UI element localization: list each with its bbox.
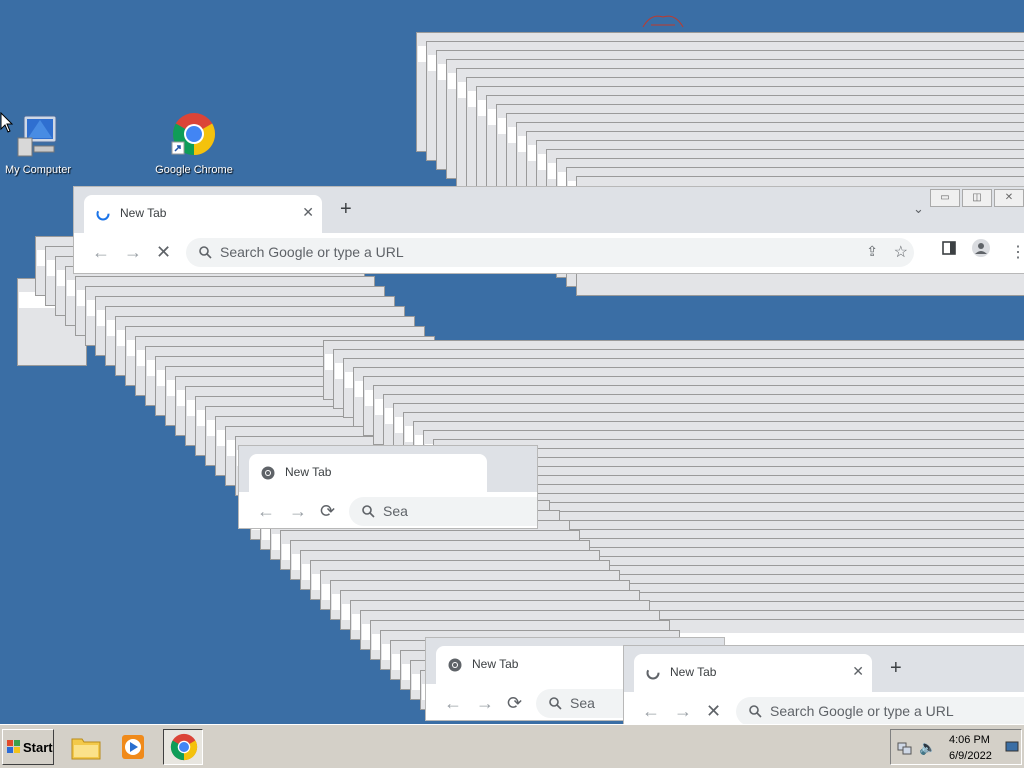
tab-search-chevron-icon[interactable]: ⌄ [913, 201, 924, 217]
taskbar: Start 🔈 4:06 PM 6/9/2022 [0, 724, 1024, 768]
close-button[interactable]: ✕ [994, 189, 1024, 207]
search-icon [748, 704, 762, 718]
share-icon[interactable]: ⇪ [866, 243, 878, 260]
back-arrow-icon[interactable]: ← [642, 701, 660, 722]
file-explorer-icon[interactable] [70, 731, 102, 763]
omnibox-placeholder: Sea [383, 503, 408, 519]
loading-spinner-icon [646, 666, 660, 680]
tab-title: New Tab [120, 206, 167, 220]
omnibox[interactable]: Search Google or type a URL [736, 697, 1024, 724]
chrome-window-main[interactable]: New Tab ✕ + ⌄ ▭ ◫ ✕ ← → ✕ Search Google … [73, 186, 1024, 274]
chrome-favicon-icon [448, 658, 462, 672]
omnibox[interactable]: Sea [349, 497, 537, 526]
tab-new-tab[interactable]: New Tab [249, 454, 487, 492]
reload-icon[interactable]: ⟳ [320, 501, 335, 522]
stop-icon[interactable]: ✕ [156, 242, 171, 263]
forward-arrow-icon[interactable]: → [674, 701, 692, 722]
clock-date[interactable]: 6/9/2022 [949, 750, 992, 762]
new-tab-button[interactable]: + [340, 198, 352, 221]
chrome-icon [170, 112, 218, 160]
start-button[interactable]: Start [2, 729, 54, 765]
search-icon [198, 245, 212, 259]
forward-arrow-icon[interactable]: → [289, 501, 307, 522]
windows-logo-icon [7, 740, 21, 754]
volume-icon[interactable]: 🔈 [919, 739, 936, 756]
desktop-icon-label: Google Chrome [155, 164, 233, 176]
forward-arrow-icon[interactable]: → [124, 242, 142, 263]
minimize-button[interactable]: ▭ [930, 189, 960, 207]
media-player-icon[interactable] [118, 731, 150, 763]
toolbar: ← → ✕ Search Google or type a URL [624, 692, 1024, 724]
omnibox-placeholder: Search Google or type a URL [770, 703, 954, 719]
tab-close-icon[interactable]: ✕ [852, 663, 864, 680]
clock-time[interactable]: 4:06 PM [949, 734, 990, 746]
search-icon [361, 504, 375, 518]
desktop-icon-label: My Computer [4, 164, 72, 176]
chrome-window[interactable]: New Tab ✕ + ← → ✕ Search Google or type … [623, 645, 1024, 724]
taskbar-chrome-button[interactable] [163, 729, 203, 765]
chrome-window[interactable]: New Tab ← → ⟳ Sea [238, 445, 538, 529]
toolbar: ← → ✕ Search Google or type a URL ⇪ ☆ ⋮ [74, 233, 1024, 273]
bookmark-star-icon[interactable]: ☆ [894, 242, 908, 262]
omnibox[interactable]: Search Google or type a URL ⇪ ☆ [186, 238, 914, 267]
artifact-icon [641, 11, 685, 29]
back-arrow-icon[interactable]: ← [92, 242, 110, 263]
window-controls: ▭ ◫ ✕ [928, 189, 1024, 207]
tab-close-icon[interactable]: ✕ [302, 204, 314, 221]
omnibox-placeholder: Sea [570, 695, 595, 711]
tab-title: New Tab [472, 657, 519, 671]
omnibox-placeholder: Search Google or type a URL [220, 244, 404, 260]
side-panel-icon[interactable] [942, 241, 956, 260]
stop-icon[interactable]: ✕ [706, 701, 721, 722]
search-icon [548, 696, 562, 710]
tab-title: New Tab [670, 665, 717, 679]
tab-new-tab[interactable]: New Tab ✕ [84, 195, 322, 233]
tab-new-tab[interactable]: New Tab ✕ [634, 654, 872, 692]
forward-arrow-icon[interactable]: → [476, 693, 494, 714]
network-icon[interactable] [897, 740, 913, 761]
profile-avatar-icon[interactable] [972, 239, 990, 262]
restore-button[interactable]: ◫ [962, 189, 992, 207]
more-menu-icon[interactable]: ⋮ [1010, 242, 1024, 262]
start-label: Start [23, 739, 53, 755]
toolbar: ← → ⟳ Sea [239, 492, 537, 528]
desktop-icon-google-chrome[interactable]: Google Chrome [152, 112, 236, 176]
desktop: My Computer Google Chrome New Tab ← → ⟳ … [0, 0, 1024, 724]
back-arrow-icon[interactable]: ← [257, 501, 275, 522]
back-arrow-icon[interactable]: ← [444, 693, 462, 714]
chrome-icon [169, 732, 199, 767]
new-tab-button[interactable]: + [890, 657, 902, 680]
show-desktop-icon[interactable] [1005, 740, 1019, 759]
loading-spinner-icon [96, 207, 110, 221]
tab-title: New Tab [285, 465, 332, 479]
reload-icon[interactable]: ⟳ [507, 693, 522, 714]
mouse-cursor-icon [0, 111, 14, 139]
system-tray: 🔈 4:06 PM 6/9/2022 [890, 729, 1022, 765]
computer-icon [14, 112, 62, 160]
chrome-favicon-icon [261, 466, 275, 480]
